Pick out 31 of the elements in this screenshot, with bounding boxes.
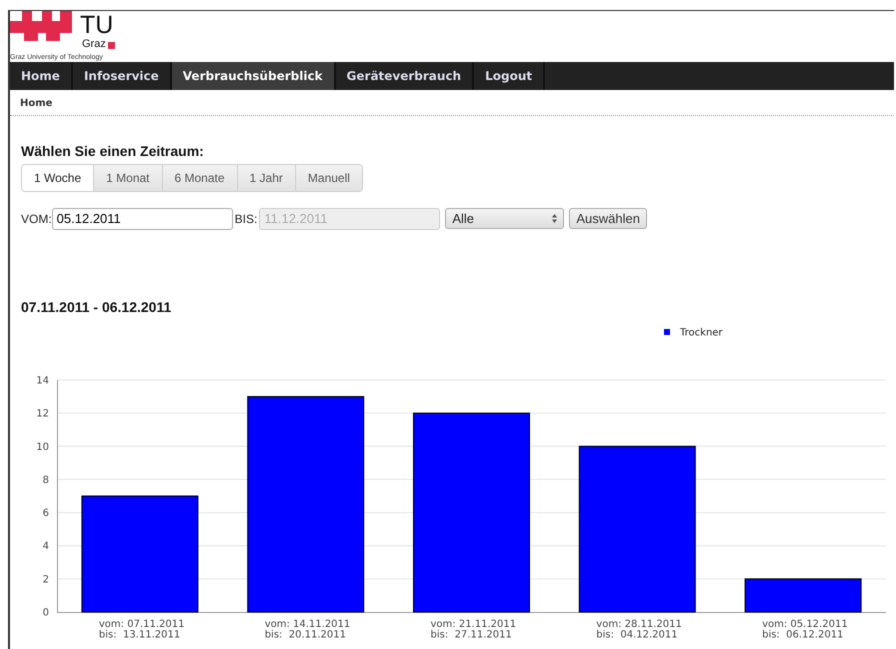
period-tab[interactable]: 6 Monate	[162, 164, 237, 191]
axis-tick-label: 10	[36, 441, 49, 452]
axis-tick-label: 14	[36, 375, 49, 386]
section-heading: Wählen Sie einen Zeitraum:	[21, 143, 205, 160]
axis-category-label: vom: 05.12.2011 bis: 06.12.2011	[762, 618, 848, 640]
logo-city: Graz	[82, 39, 106, 50]
breadcrumb: Home	[10, 90, 894, 116]
to-label: BIS:	[234, 210, 258, 228]
axis-category-label: vom: 14.11.2011 bis: 20.11.2011	[264, 618, 350, 640]
axis-tick-label: 4	[42, 540, 49, 552]
chart-title: 07.11.2011 - 06.12.2011	[21, 298, 172, 316]
axis-tick-label: 0	[42, 607, 49, 618]
updown-icon	[552, 214, 558, 224]
axis-tick-label: 6	[42, 508, 49, 519]
axis-tick-label: 2	[42, 574, 49, 585]
axis-category-label: vom: 07.11.2011 bis: 13.11.2011	[98, 618, 184, 640]
period-tab[interactable]: 1 Jahr	[236, 164, 295, 191]
from-label: VOM:	[21, 210, 52, 228]
logo-square-icon	[108, 42, 115, 49]
axis-tick-label: 12	[36, 408, 49, 420]
axis-tick-label: 8	[42, 474, 49, 486]
from-date-field[interactable]: 05.12.2011	[52, 208, 233, 230]
device-select[interactable]: Alle	[445, 208, 564, 230]
axis-category-label: vom: 21.11.2011 bis: 27.11.2011	[430, 618, 516, 640]
period-tab[interactable]: 1 Monat	[93, 164, 162, 191]
select-button[interactable]: Auswählen	[569, 208, 647, 230]
nav-tab[interactable]: Verbrauchsüberblick	[172, 62, 336, 90]
logo-text: TU	[80, 13, 114, 38]
axis-category-label: vom: 28.11.2011 bis: 04.12.2011	[596, 618, 682, 640]
legend-label: Trockner	[680, 327, 723, 338]
period-tab[interactable]: Manuell	[294, 164, 362, 191]
